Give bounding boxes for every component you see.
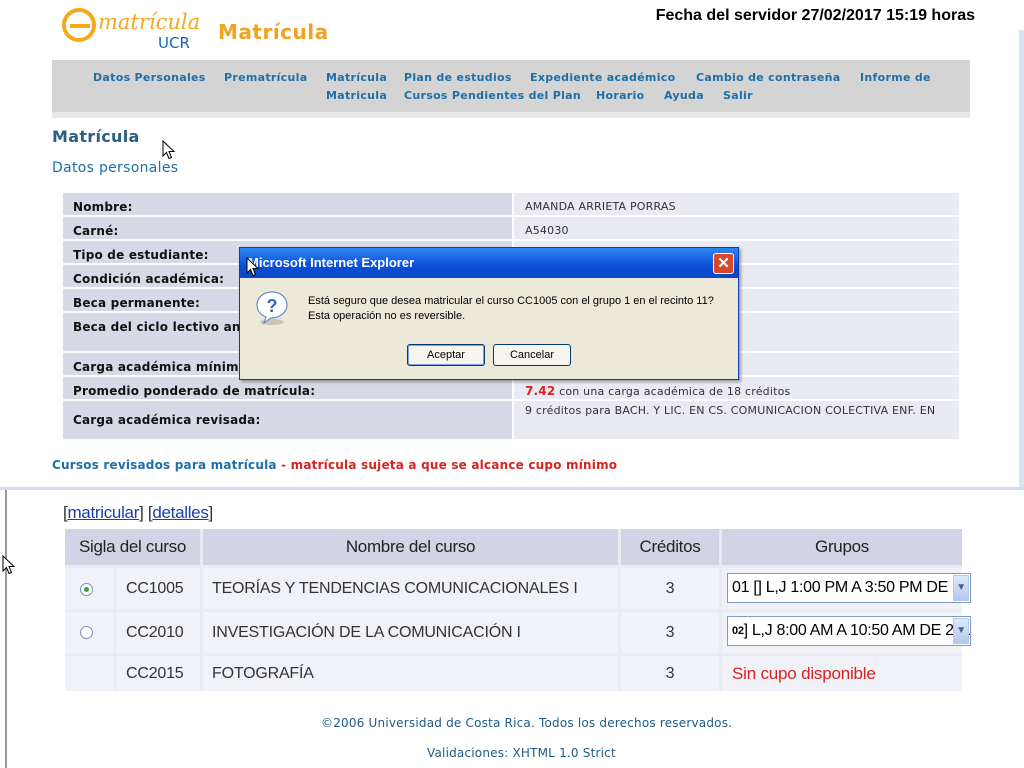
course-grupo-cell: Sin cupo disponible xyxy=(722,656,962,691)
course-nombre: FOTOGRAFÍA xyxy=(203,656,618,691)
chevron-down-icon[interactable]: ▼ xyxy=(953,575,969,601)
server-date: Fecha del servidor 27/02/2017 15:19 hora… xyxy=(655,7,975,24)
nav-prematricula[interactable]: Prematrícula xyxy=(224,71,307,84)
matricular-link[interactable]: matricular xyxy=(67,503,139,522)
dialog-message-line1: Está seguro que desea matricular el curs… xyxy=(308,295,714,307)
main-nav: Datos Personales Prematrícula Matrícula … xyxy=(52,60,970,112)
app-title: Matrícula xyxy=(218,20,329,44)
close-icon[interactable]: ✕ xyxy=(713,253,734,274)
footer-copyright: ©2006 Universidad de Costa Rica. Todos l… xyxy=(321,716,733,730)
mouse-cursor-icon xyxy=(246,257,260,277)
grupo-select-value: ] L,J 8:00 AM A 10:50 AM DE 201 xyxy=(743,622,971,639)
pd-label: Promedio ponderado de matrícula: xyxy=(63,377,512,399)
logo-word: matrícula xyxy=(98,10,201,34)
course-grupo-cell: 01 [] L,J 1:00 PM A 3:50 PM DE 201 ▼ xyxy=(722,568,971,609)
pd-value: 7.42 con una carga académica de 18 crédi… xyxy=(514,377,959,399)
col-header-nombre: Nombre del curso xyxy=(203,529,618,565)
nav-cambio-de-contrasena[interactable]: Cambio de contraseña xyxy=(696,71,840,84)
pd-row-nombre: Nombre: AMANDA ARRIETA PORRAS xyxy=(63,193,959,215)
course-grupo-cell: 02] L,J 8:00 AM A 10:50 AM DE 201 ▼ xyxy=(722,612,971,653)
cursos-title-text: Cursos revisados para matrícula xyxy=(52,458,277,472)
grupo-select-cc1005[interactable]: 01 [] L,J 1:00 PM A 3:50 PM DE 201 ▼ xyxy=(727,573,971,603)
table-row-select-cell xyxy=(65,656,114,691)
course-nombre: TEORÍAS Y TENDENCIAS COMUNICACIONALES I xyxy=(203,568,618,609)
courses-table: Sigla del curso Nombre del curso Crédito… xyxy=(65,529,971,691)
course-creditos: 3 xyxy=(621,568,719,609)
nav-informe-de-matricula-cont[interactable]: Matricula xyxy=(326,89,387,102)
col-header-grupos: Grupos xyxy=(722,529,962,565)
grupo-select-cc2010[interactable]: 02] L,J 8:00 AM A 10:50 AM DE 201 ▼ xyxy=(727,616,971,646)
cursos-warning: matrícula sujeta a que se alcance cupo m… xyxy=(290,458,618,472)
cursos-title-dash: - xyxy=(276,458,291,472)
nav-matricula[interactable]: Matrícula xyxy=(326,71,387,84)
pd-label: Carné: xyxy=(63,217,512,239)
nav-shadow xyxy=(52,112,970,118)
nav-ayuda[interactable]: Ayuda xyxy=(664,89,704,102)
pd-row-carne: Carné: A54030 xyxy=(63,217,959,239)
logo-ucr: UCR xyxy=(158,34,190,52)
nav-plan-de-estudios[interactable]: Plan de estudios xyxy=(404,71,512,84)
nav-horario[interactable]: Horario xyxy=(596,89,644,102)
nav-cursos-pendientes[interactable]: Cursos Pendientes del Plan xyxy=(404,89,581,102)
right-border-strip xyxy=(1019,30,1024,488)
pd-value: AMANDA ARRIETA PORRAS xyxy=(514,193,959,215)
pd-row-promedio-ponderado: Promedio ponderado de matrícula: 7.42 co… xyxy=(63,377,959,399)
detalles-link[interactable]: detalles xyxy=(152,503,209,522)
dialog-message-line2: Esta operación no es reversible. xyxy=(308,310,466,322)
aceptar-button[interactable]: Aceptar xyxy=(407,344,485,366)
left-border-line xyxy=(5,490,7,768)
nav-informe-de-matricula[interactable]: Informe de xyxy=(860,71,931,84)
no-cupo-label: Sin cupo disponible xyxy=(732,664,876,683)
logo-e-mark xyxy=(62,8,96,42)
pd-value: 9 créditos para BACH. Y LIC. EN CS. COMU… xyxy=(514,401,959,439)
course-creditos: 3 xyxy=(621,612,719,653)
nav-expediente-academico[interactable]: Expediente académico xyxy=(530,71,675,84)
course-radio-cc2010[interactable] xyxy=(80,626,93,639)
section-divider xyxy=(0,487,1024,490)
course-sigla: CC2010 xyxy=(116,612,200,653)
footer-validation-link[interactable]: Validaciones: XHTML 1.0 Strict xyxy=(427,746,616,760)
table-row-select-cell xyxy=(65,612,114,653)
course-actions: [matricular] [detalles] xyxy=(63,503,213,522)
course-nombre: INVESTIGACIÓN DE LA COMUNICACIÓN I xyxy=(203,612,618,653)
svg-text:?: ? xyxy=(267,296,278,316)
pd-value: A54030 xyxy=(514,217,959,239)
pd-label: Nombre: xyxy=(63,193,512,215)
course-radio-cc1005[interactable] xyxy=(80,583,93,596)
promedio-value: 7.42 xyxy=(525,384,556,398)
chevron-down-icon[interactable]: ▼ xyxy=(953,618,969,644)
nav-datos-personales[interactable]: Datos Personales xyxy=(93,71,206,84)
dialog-title: Microsoft Internet Explorer xyxy=(248,255,415,270)
pd-row-carga-revisada: Carga académica revisada: 9 créditos par… xyxy=(63,401,959,439)
course-creditos: 3 xyxy=(621,656,719,691)
mouse-cursor-icon xyxy=(2,555,16,575)
dialog-titlebar[interactable]: Microsoft Internet Explorer ✕ xyxy=(240,248,738,278)
course-sigla: CC2015 xyxy=(116,656,200,691)
grupo-select-value: 01 [] L,J 1:00 PM A 3:50 PM DE 201 xyxy=(732,579,971,596)
mouse-cursor-icon xyxy=(162,140,176,160)
grupo-select-number: 02 xyxy=(732,625,744,637)
course-sigla: CC1005 xyxy=(116,568,200,609)
cancelar-button[interactable]: Cancelar xyxy=(493,344,571,366)
pd-label: Carga académica revisada: xyxy=(63,401,512,439)
confirm-dialog: Microsoft Internet Explorer ✕ ? Está seg… xyxy=(239,247,739,380)
ematricula-logo: matrícula UCR xyxy=(62,8,208,54)
section-title-cursos: Cursos revisados para matrícula - matríc… xyxy=(52,458,617,472)
question-icon: ? xyxy=(256,291,288,325)
page-title: Matrícula xyxy=(52,127,140,146)
col-header-creditos: Créditos xyxy=(621,529,719,565)
promedio-detail: con una carga académica de 18 créditos xyxy=(559,385,791,398)
dialog-message: Está seguro que desea matricular el curs… xyxy=(308,294,714,324)
table-row-select-cell xyxy=(65,568,114,609)
col-header-sigla: Sigla del curso xyxy=(65,529,200,565)
nav-salir[interactable]: Salir xyxy=(723,89,753,102)
section-title-datos-personales: Datos personales xyxy=(52,160,179,176)
